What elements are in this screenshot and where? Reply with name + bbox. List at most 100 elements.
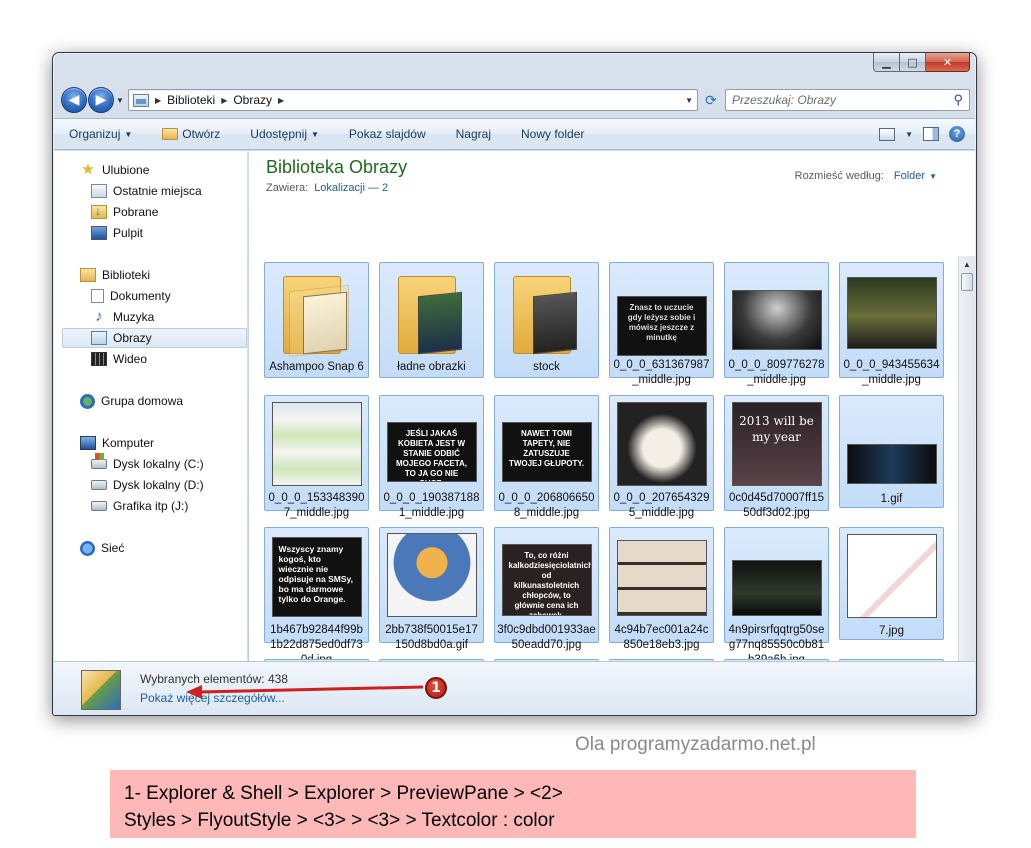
computer-icon bbox=[80, 436, 96, 450]
file-name: Ashampoo Snap 6 bbox=[269, 361, 364, 373]
nav-downloads[interactable]: Pobrane bbox=[91, 202, 158, 222]
desktop-icon bbox=[91, 226, 107, 240]
nav-favorites[interactable]: ★ Ulubione bbox=[80, 160, 149, 180]
pictures-folder-icon bbox=[133, 93, 149, 107]
nav-drive-j[interactable]: Grafika itp (J:) bbox=[91, 496, 188, 516]
annotation-marker: 1 bbox=[425, 677, 447, 699]
chevron-right-icon[interactable]: ▶ bbox=[155, 96, 161, 105]
folder-icon bbox=[386, 269, 477, 359]
nav-music[interactable]: ♪ Muzyka bbox=[91, 307, 154, 327]
file-item[interactable]: stock bbox=[494, 262, 599, 378]
nav-recent-places[interactable]: Ostatnie miejsca bbox=[91, 181, 202, 201]
nav-network[interactable]: Sieć bbox=[80, 538, 124, 558]
help-icon[interactable]: ? bbox=[949, 126, 965, 142]
file-item[interactable]: JEŚLI JAKAŚ KOBIETA JEST W STANIE ODBIĆ … bbox=[379, 395, 484, 519]
vertical-scrollbar[interactable]: ▲ ▼ bbox=[958, 256, 975, 708]
organize-label: Organizuj bbox=[69, 127, 121, 141]
search-input[interactable] bbox=[732, 93, 954, 107]
file-item[interactable]: 2bb738f50015e17150d8bd0a.gif bbox=[379, 527, 484, 651]
image-thumbnail bbox=[271, 400, 362, 488]
chevron-right-icon[interactable]: ▶ bbox=[278, 96, 284, 105]
breadcrumb-pictures[interactable]: Obrazy bbox=[233, 93, 272, 107]
file-item[interactable]: 4c94b7ec001a24c850e18eb3.jpg bbox=[609, 527, 714, 651]
nav-drive-d[interactable]: Dysk lokalny (D:) bbox=[91, 475, 204, 495]
scroll-up-arrow-icon[interactable]: ▲ bbox=[959, 256, 975, 273]
back-button[interactable]: ◀ bbox=[61, 87, 87, 113]
image-thumbnail: Znasz to uczucie gdy leżysz sobie i mówi… bbox=[616, 295, 707, 357]
file-item[interactable]: Wszyscy znamy kogoś, kto wiecznie nie od… bbox=[264, 527, 369, 661]
nav-label: Sieć bbox=[101, 541, 125, 555]
libraries-icon bbox=[80, 268, 96, 282]
minimize-button[interactable]: ▁ bbox=[873, 53, 900, 72]
locations-link[interactable]: Lokalizacji — 2 bbox=[314, 182, 388, 194]
file-name: 1b467b92844f99b1b22d875ed0df730d.jpg bbox=[270, 624, 363, 661]
file-item[interactable]: ładne obrazki bbox=[379, 262, 484, 378]
breadcrumb-libraries[interactable]: Biblioteki bbox=[167, 93, 215, 107]
preview-pane-icon[interactable] bbox=[923, 127, 939, 141]
command-bar: Organizuj ▼ Otwórz Udostępnij ▼ Pokaz slaj… bbox=[54, 118, 975, 150]
nav-label: Obrazy bbox=[113, 331, 152, 345]
scrollbar-thumb[interactable] bbox=[961, 273, 973, 291]
file-item[interactable]: 1.gif bbox=[839, 395, 944, 508]
new-folder-button[interactable]: Nowy folder bbox=[521, 127, 584, 141]
open-button[interactable]: Otwórz bbox=[162, 127, 220, 141]
nav-documents[interactable]: Dokumenty bbox=[91, 286, 171, 306]
file-name: 0c0d45d70007ff1550df3d02.jpg bbox=[728, 492, 825, 519]
change-view-icon[interactable] bbox=[879, 127, 896, 141]
file-item[interactable]: 4n9pirsrfqqtrg50seg77nq85550c0b81b39a6b.… bbox=[724, 527, 829, 661]
file-item[interactable]: 2013 will be my year 0c0d45d70007ff1550d… bbox=[724, 395, 829, 519]
thumbnail-text: To, co różni kalkodziesięciolatnich od k… bbox=[501, 544, 592, 616]
recent-pages-dropdown[interactable]: ▼ bbox=[114, 96, 126, 105]
nav-computer[interactable]: Komputer bbox=[80, 433, 154, 453]
caption-buttons: ▁ □ ✕ bbox=[873, 53, 970, 72]
file-item[interactable]: 7.jpg bbox=[839, 527, 944, 640]
organize-button[interactable]: Organizuj ▼ bbox=[69, 127, 132, 141]
slideshow-button[interactable]: Pokaz slajdów bbox=[349, 127, 426, 141]
chevron-right-icon[interactable]: ▶ bbox=[221, 96, 227, 105]
file-name: 0_0_0_809776278_middle.jpg bbox=[728, 359, 825, 386]
file-name: 0_0_0_1533483907_middle.jpg bbox=[268, 492, 365, 519]
nav-pictures[interactable]: Obrazy bbox=[62, 328, 247, 348]
search-icon[interactable]: ⚲ bbox=[953, 92, 963, 108]
arrange-by: Rozmieść według: Folder ▼ bbox=[795, 170, 937, 182]
nav-homegroup[interactable]: Grupa domowa bbox=[80, 391, 183, 411]
arrange-by-dropdown[interactable]: Folder bbox=[894, 170, 925, 182]
image-thumbnail bbox=[386, 532, 477, 618]
videos-icon bbox=[91, 352, 107, 366]
nav-videos[interactable]: Wideo bbox=[91, 349, 147, 369]
file-item[interactable]: Znasz to uczucie gdy leżysz sobie i mówi… bbox=[609, 262, 714, 386]
share-button[interactable]: Udostępnij ▼ bbox=[250, 127, 319, 141]
watermark: Ola programyzadarmo.net.pl bbox=[575, 734, 816, 755]
file-item[interactable]: 0_0_0_2076543295_middle.jpg bbox=[609, 395, 714, 519]
thumbnail-text: Wszyscy znamy kogoś, kto wiecznie nie od… bbox=[271, 537, 362, 617]
burn-button[interactable]: Nagraj bbox=[456, 127, 491, 141]
file-item[interactable]: NAWET TOMI TAPETY, NIE ZATUSZUJE TWOJEJ … bbox=[494, 395, 599, 519]
file-item[interactable]: 0_0_0_1533483907_middle.jpg bbox=[264, 395, 369, 519]
file-item[interactable]: Ashampoo Snap 6 bbox=[264, 262, 369, 378]
image-thumbnail bbox=[731, 289, 822, 351]
address-bar[interactable]: ▶ Biblioteki ▶ Obrazy ▶ ▼ bbox=[128, 89, 698, 111]
file-name: 0_0_0_943455634_middle.jpg bbox=[843, 359, 940, 386]
view-options-dropdown[interactable]: ▼ bbox=[905, 130, 913, 139]
chevron-down-icon[interactable]: ▼ bbox=[929, 172, 937, 181]
forward-button[interactable]: ▶ bbox=[88, 87, 114, 113]
drive-icon bbox=[91, 480, 107, 490]
address-history-dropdown[interactable]: ▼ bbox=[685, 96, 693, 105]
show-more-details-link[interactable]: Pokaż więcej szczegółów... bbox=[140, 691, 285, 705]
file-item[interactable]: To, co różni kalkodziesięciolatnich od k… bbox=[494, 527, 599, 651]
nav-libraries[interactable]: Biblioteki bbox=[80, 265, 150, 285]
nav-label: Grafika itp (J:) bbox=[113, 499, 189, 513]
nav-label: Dysk lokalny (C:) bbox=[113, 457, 204, 471]
refresh-icon[interactable]: ⟳ bbox=[700, 89, 722, 111]
image-thumbnail bbox=[846, 532, 937, 620]
nav-desktop[interactable]: Pulpit bbox=[91, 223, 143, 243]
close-button[interactable]: ✕ bbox=[926, 53, 970, 72]
arrange-label: Rozmieść według: bbox=[794, 170, 884, 182]
address-row: ◀ ▶ ▼ ▶ Biblioteki ▶ Obrazy ▶ ▼ ⟳ ⚲ bbox=[61, 85, 970, 115]
file-item[interactable]: 0_0_0_943455634_middle.jpg bbox=[839, 262, 944, 386]
file-name: 4c94b7ec001a24c850e18eb3.jpg bbox=[614, 624, 709, 651]
maximize-button[interactable]: □ bbox=[900, 53, 926, 72]
file-item[interactable]: 0_0_0_809776278_middle.jpg bbox=[724, 262, 829, 386]
nav-drive-c[interactable]: Dysk lokalny (C:) bbox=[91, 453, 204, 474]
thumbnail-text: JEŚLI JAKAŚ KOBIETA JEST W STANIE ODBIĆ … bbox=[386, 422, 477, 482]
